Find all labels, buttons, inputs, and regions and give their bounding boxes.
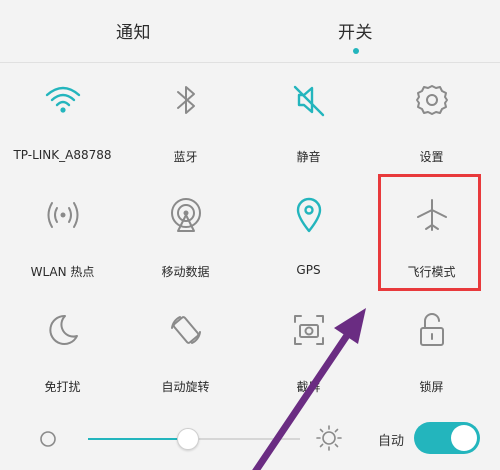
tab-toggles[interactable]: 开关 — [338, 18, 373, 43]
tile-label: 设置 — [419, 150, 444, 164]
brightness-slider[interactable] — [88, 428, 300, 450]
rotate-icon — [171, 316, 201, 344]
tile-label: TP-LINK_A88788 — [13, 148, 112, 162]
gear-icon — [416, 85, 448, 115]
auto-brightness-label: 自动 — [378, 434, 405, 449]
active-tab-indicator — [353, 48, 359, 54]
tile-label: 静音 — [296, 150, 321, 164]
tile-label: 移动数据 — [161, 265, 210, 279]
tile-label: WLAN 热点 — [30, 265, 95, 279]
tile-label: 免打扰 — [44, 380, 81, 394]
airplane-mode-highlight-box — [378, 174, 481, 291]
brightness-low-icon — [40, 431, 56, 447]
bluetooth-icon — [177, 86, 195, 114]
tile-gps[interactable]: GPS — [246, 185, 371, 300]
tile-lock-screen[interactable]: 锁屏 — [369, 300, 494, 415]
tile-do-not-disturb[interactable]: 免打扰 — [0, 300, 125, 415]
tile-mobile-data[interactable]: 移动数据 — [123, 185, 248, 300]
wifi-icon — [45, 86, 81, 113]
tabs-divider — [0, 62, 500, 63]
brightness-high-icon — [316, 425, 342, 451]
tile-screenshot[interactable]: 截屏 — [246, 300, 371, 415]
quick-settings-tabs: 通知 开关 — [0, 0, 500, 62]
brightness-slider-fill — [88, 438, 188, 440]
toggle-knob — [451, 425, 477, 451]
location-pin-icon — [296, 197, 322, 233]
brightness-slider-thumb[interactable] — [176, 428, 199, 450]
tile-auto-rotate[interactable]: 自动旋转 — [123, 300, 248, 415]
screenshot-icon — [294, 315, 324, 345]
tile-wifi[interactable]: TP-LINK_A88788 — [0, 70, 125, 185]
tile-label: 蓝牙 — [173, 150, 198, 164]
brightness-bar: 自动 — [0, 410, 500, 470]
moon-icon — [49, 314, 78, 345]
auto-brightness-toggle[interactable] — [414, 422, 480, 454]
tile-label: GPS — [296, 263, 321, 277]
tile-hotspot[interactable]: WLAN 热点 — [0, 185, 125, 300]
lock-icon — [420, 313, 444, 346]
tile-bluetooth[interactable]: 蓝牙 — [123, 70, 248, 185]
tile-label: 自动旋转 — [161, 380, 210, 394]
hotspot-icon — [47, 202, 79, 228]
tab-notifications[interactable]: 通知 — [116, 18, 151, 43]
mobile-data-icon — [171, 198, 201, 232]
tile-label: 截屏 — [296, 380, 321, 394]
tile-settings[interactable]: 设置 — [369, 70, 494, 185]
tile-mute[interactable]: 静音 — [246, 70, 371, 185]
mute-icon — [293, 85, 325, 117]
tile-label: 锁屏 — [419, 380, 444, 394]
